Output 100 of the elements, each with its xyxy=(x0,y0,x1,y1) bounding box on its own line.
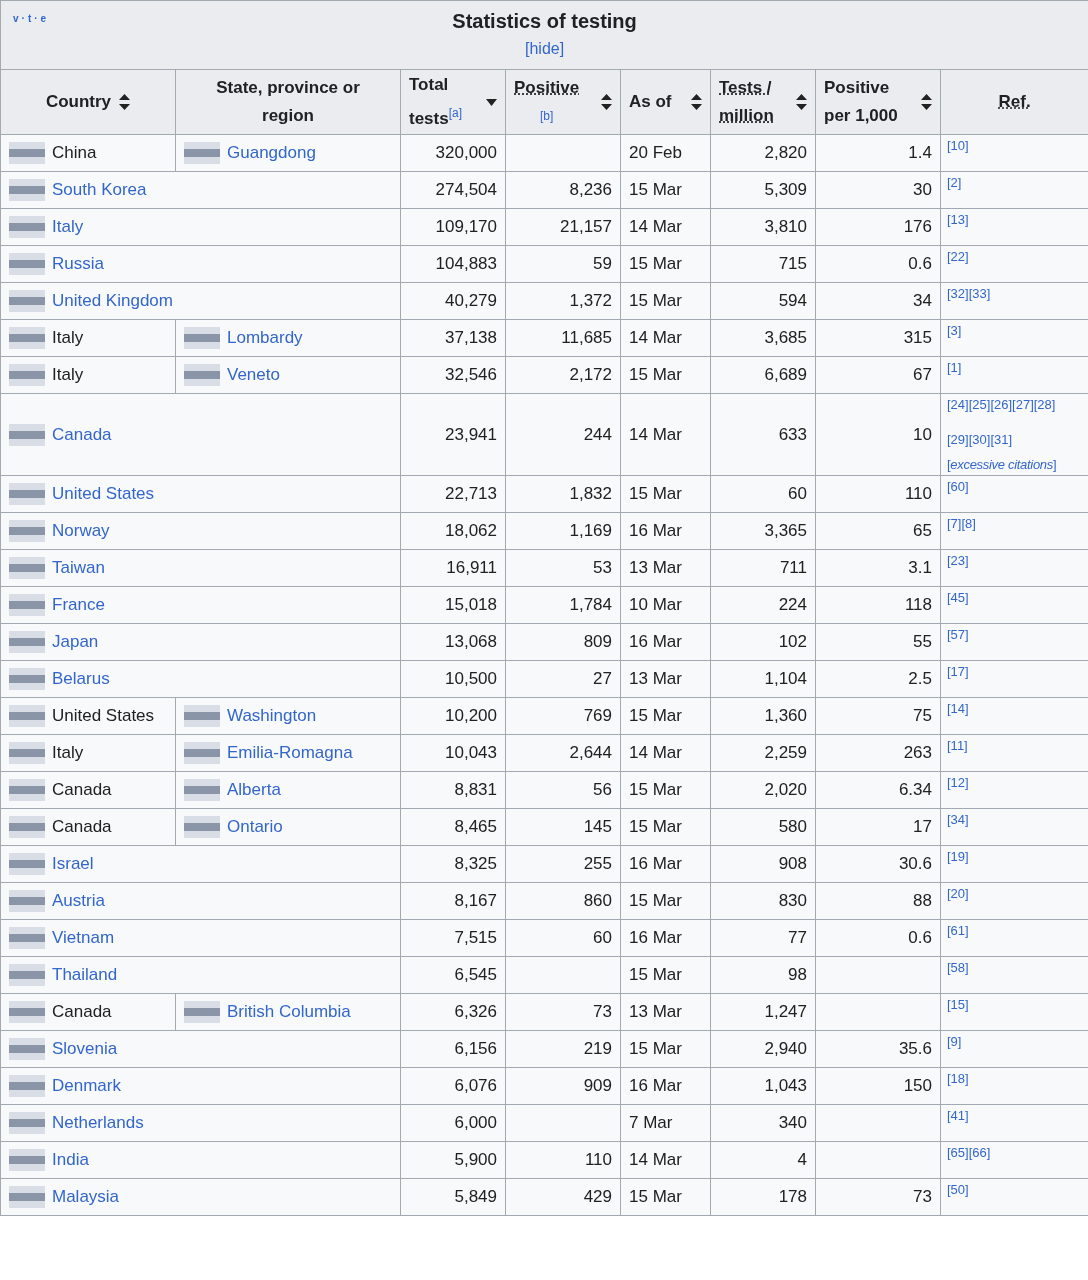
citation-link[interactable]: [25] xyxy=(968,397,991,412)
column-header[interactable]: Country xyxy=(0,69,176,135)
region-link[interactable]: Lombardy xyxy=(227,328,303,348)
flag-icon xyxy=(9,179,45,201)
excessive-citations-note[interactable]: [excessive citations] xyxy=(947,457,1083,472)
country-link[interactable]: Slovenia xyxy=(52,1039,118,1059)
region-link[interactable]: Alberta xyxy=(227,780,281,800)
citation-link[interactable]: [18] xyxy=(947,1071,969,1086)
flag-icon xyxy=(9,1001,45,1023)
country-link[interactable]: Japan xyxy=(52,632,99,652)
citation-link[interactable]: [14] xyxy=(947,701,969,716)
table-cell: 3.1 xyxy=(908,558,932,577)
column-header[interactable]: Ref. xyxy=(940,69,1088,135)
citation-link[interactable]: [65] xyxy=(947,1145,969,1160)
citation-link[interactable]: [15] xyxy=(947,997,969,1012)
citation-link[interactable]: [10] xyxy=(947,138,969,153)
sort-icon[interactable] xyxy=(119,94,131,110)
country-link[interactable]: Norway xyxy=(52,521,110,541)
citation-link[interactable]: [1] xyxy=(947,360,962,375)
citation-link[interactable]: [66] xyxy=(968,1145,991,1160)
table-cell: 110 xyxy=(584,1150,612,1169)
table-cell: 16 Mar xyxy=(629,854,682,873)
country-link[interactable]: Austria xyxy=(52,891,105,911)
country-name: China xyxy=(52,143,97,163)
citation-link[interactable]: [32] xyxy=(947,286,969,301)
country-link[interactable]: United States xyxy=(52,484,155,504)
citation-link[interactable]: [19] xyxy=(947,849,969,864)
country-link[interactable]: Canada xyxy=(52,424,112,445)
country-link[interactable]: Denmark xyxy=(52,1076,121,1096)
citation-link[interactable]: [45] xyxy=(947,590,969,605)
country-link[interactable]: Taiwan xyxy=(52,558,105,578)
citation-link[interactable]: [24] xyxy=(947,397,969,412)
citation-link[interactable]: [41] xyxy=(947,1108,969,1123)
country-link[interactable]: Israel xyxy=(52,854,94,874)
column-header[interactable]: Positive per 1,000 xyxy=(815,69,941,135)
table-cell: 715 xyxy=(778,254,807,273)
citation-link[interactable]: [34] xyxy=(947,812,969,827)
citation-link[interactable]: [8] xyxy=(961,516,976,531)
citation-link[interactable]: [11] xyxy=(947,738,968,753)
citation-link[interactable]: [28] xyxy=(1033,397,1056,412)
column-header[interactable]: As of xyxy=(620,69,711,135)
table-cell: 75 xyxy=(913,706,932,725)
column-header[interactable]: Tests / million xyxy=(710,69,816,135)
citation-link[interactable]: [27] xyxy=(1012,397,1034,412)
table-cell: 7 Mar xyxy=(629,1113,673,1132)
citation-link[interactable]: [20] xyxy=(947,886,969,901)
citation-link[interactable]: [7] xyxy=(947,516,962,531)
table-cell: 8,831 xyxy=(454,780,497,799)
column-header[interactable]: State, province or region xyxy=(175,69,401,135)
table-cell: 3,810 xyxy=(764,217,807,236)
country-link[interactable]: France xyxy=(52,595,105,615)
citation-link[interactable]: [22] xyxy=(947,249,969,264)
citation-link[interactable]: [29] xyxy=(947,432,969,447)
citation-link[interactable]: [2] xyxy=(947,175,962,190)
country-link[interactable]: Italy xyxy=(52,217,84,237)
sort-descending-icon[interactable] xyxy=(486,98,497,106)
country-link[interactable]: Netherlands xyxy=(52,1113,144,1133)
country-link[interactable]: United Kingdom xyxy=(52,291,173,311)
citation-link[interactable]: [57] xyxy=(947,627,969,642)
citation-link[interactable]: [33] xyxy=(968,286,991,301)
citation-link[interactable]: [31] xyxy=(990,432,1013,447)
country-link[interactable]: Belarus xyxy=(52,669,110,689)
country-link[interactable]: Thailand xyxy=(52,965,118,985)
navbox-link[interactable]: e xyxy=(40,9,47,29)
table-cell: 53 xyxy=(593,558,612,577)
citation-link[interactable]: [61] xyxy=(947,923,969,938)
citation-link[interactable]: [9] xyxy=(947,1034,962,1049)
hide-link[interactable]: [hide] xyxy=(525,39,565,59)
citation-link[interactable]: [3] xyxy=(947,323,962,338)
navbox-link[interactable]: t xyxy=(27,9,32,29)
table-cell: 320,000 xyxy=(435,143,497,162)
navbox-link[interactable]: v xyxy=(13,9,19,29)
column-header[interactable]: Total tests$^{[a]}$ xyxy=(400,69,506,135)
footnote-link[interactable]: [b] xyxy=(539,102,554,130)
flag-icon xyxy=(9,816,45,838)
citation-link[interactable]: [23] xyxy=(947,553,969,568)
citation-link[interactable]: [30] xyxy=(968,432,991,447)
region-link[interactable]: Ontario xyxy=(227,817,283,837)
flag-icon xyxy=(9,520,45,542)
citation-link[interactable]: [13] xyxy=(947,212,969,227)
table-cell: 30.6 xyxy=(898,854,932,873)
sort-icon[interactable] xyxy=(921,94,932,110)
sort-icon[interactable] xyxy=(796,94,807,110)
sort-icon[interactable] xyxy=(601,94,612,110)
column-header[interactable]: Positive [b] xyxy=(505,69,621,135)
region-link[interactable]: Veneto xyxy=(227,365,280,385)
table-cell: 5,900 xyxy=(454,1150,497,1169)
table-cell: 263 xyxy=(903,743,932,762)
country-link[interactable]: Russia xyxy=(52,254,104,274)
sort-icon[interactable] xyxy=(691,94,702,110)
citation-link[interactable]: [26] xyxy=(990,397,1013,412)
citation-link[interactable]: [60] xyxy=(947,479,969,494)
citation-link[interactable]: [12] xyxy=(947,775,969,790)
citation-link[interactable]: [50] xyxy=(947,1182,969,1197)
country-link[interactable]: Malaysia xyxy=(52,1187,120,1207)
country-link[interactable]: Vietnam xyxy=(52,928,115,948)
country-link[interactable]: South Korea xyxy=(52,180,147,200)
citation-link[interactable]: [17] xyxy=(947,664,969,679)
country-link[interactable]: India xyxy=(52,1150,89,1170)
citation-link[interactable]: [58] xyxy=(947,960,969,975)
